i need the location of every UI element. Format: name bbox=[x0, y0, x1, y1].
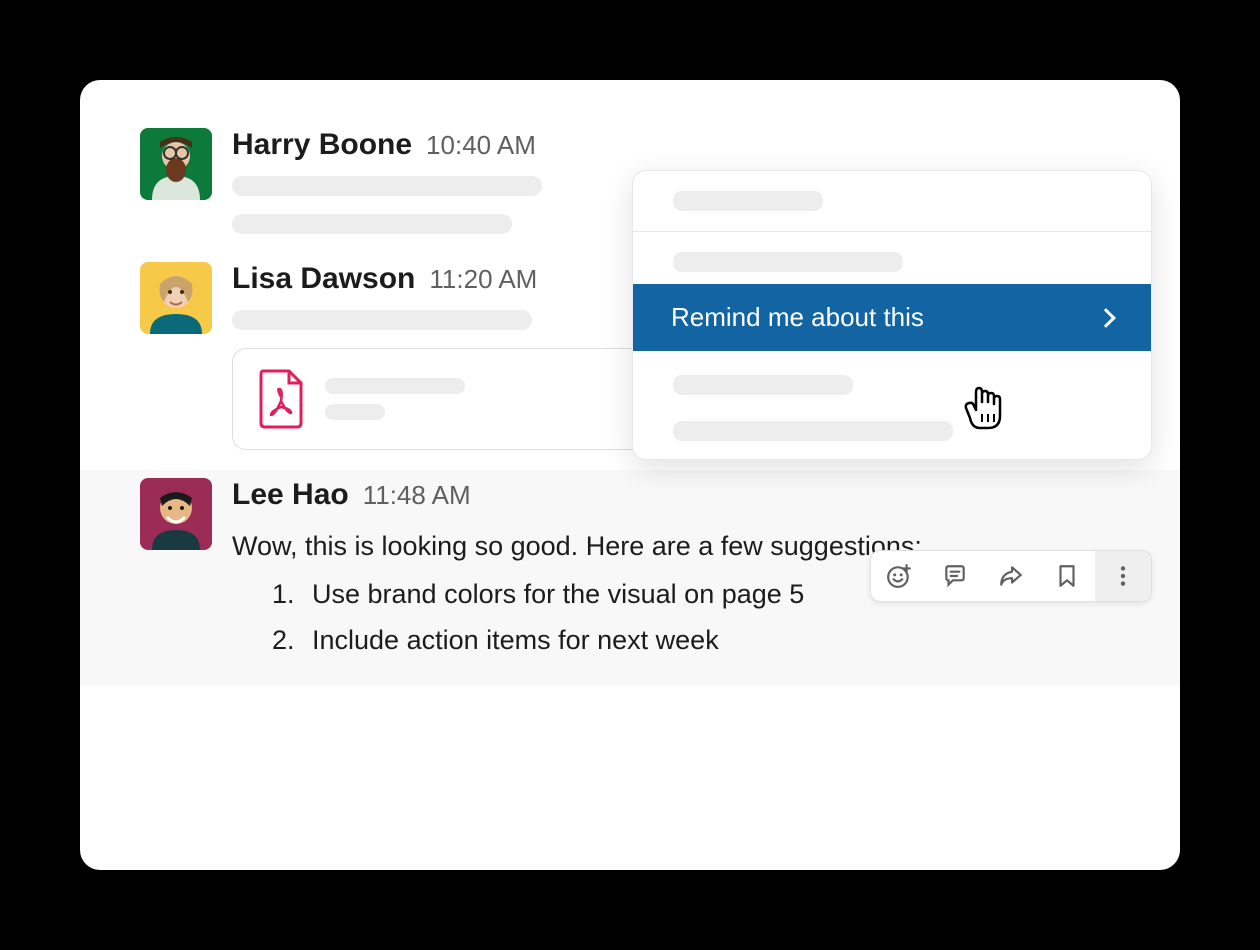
menu-placeholder[interactable] bbox=[673, 421, 953, 441]
avatar[interactable] bbox=[140, 128, 212, 200]
start-thread-button[interactable] bbox=[927, 551, 983, 601]
message-action-toolbar bbox=[870, 550, 1152, 602]
menu-placeholder[interactable] bbox=[673, 191, 823, 211]
chevron-right-icon bbox=[1096, 308, 1116, 328]
placeholder-line bbox=[232, 214, 512, 234]
thread-icon bbox=[942, 563, 968, 589]
pdf-icon bbox=[257, 369, 305, 429]
menu-placeholder[interactable] bbox=[673, 375, 853, 395]
bookmark-icon bbox=[1054, 563, 1080, 589]
list-item: Include action items for next week bbox=[302, 620, 1120, 662]
add-reaction-icon bbox=[886, 563, 912, 589]
menu-item-label: Remind me about this bbox=[671, 302, 924, 333]
sender-name[interactable]: Lisa Dawson bbox=[232, 262, 415, 296]
message-context-menu: Remind me about this bbox=[632, 170, 1152, 460]
share-message-button[interactable] bbox=[983, 551, 1039, 601]
message-timestamp: 11:20 AM bbox=[429, 264, 537, 295]
more-actions-icon bbox=[1110, 563, 1136, 589]
share-icon bbox=[998, 563, 1024, 589]
message-timestamp: 10:40 AM bbox=[426, 130, 536, 161]
bookmark-button[interactable] bbox=[1039, 551, 1095, 601]
avatar[interactable] bbox=[140, 262, 212, 334]
menu-placeholder[interactable] bbox=[673, 252, 903, 272]
sender-name[interactable]: Harry Boone bbox=[232, 128, 412, 162]
attachment-meta bbox=[325, 378, 465, 420]
menu-item-remind-me[interactable]: Remind me about this bbox=[633, 284, 1151, 351]
sender-name[interactable]: Lee Hao bbox=[232, 478, 349, 512]
more-actions-button[interactable] bbox=[1095, 551, 1151, 601]
placeholder-line bbox=[232, 310, 532, 330]
avatar[interactable] bbox=[140, 478, 212, 550]
placeholder-line bbox=[232, 176, 542, 196]
message-timestamp: 11:48 AM bbox=[363, 480, 471, 511]
chat-window: Harry Boone 10:40 AM Lisa Dawson 11:20 A… bbox=[80, 80, 1180, 870]
add-reaction-button[interactable] bbox=[871, 551, 927, 601]
